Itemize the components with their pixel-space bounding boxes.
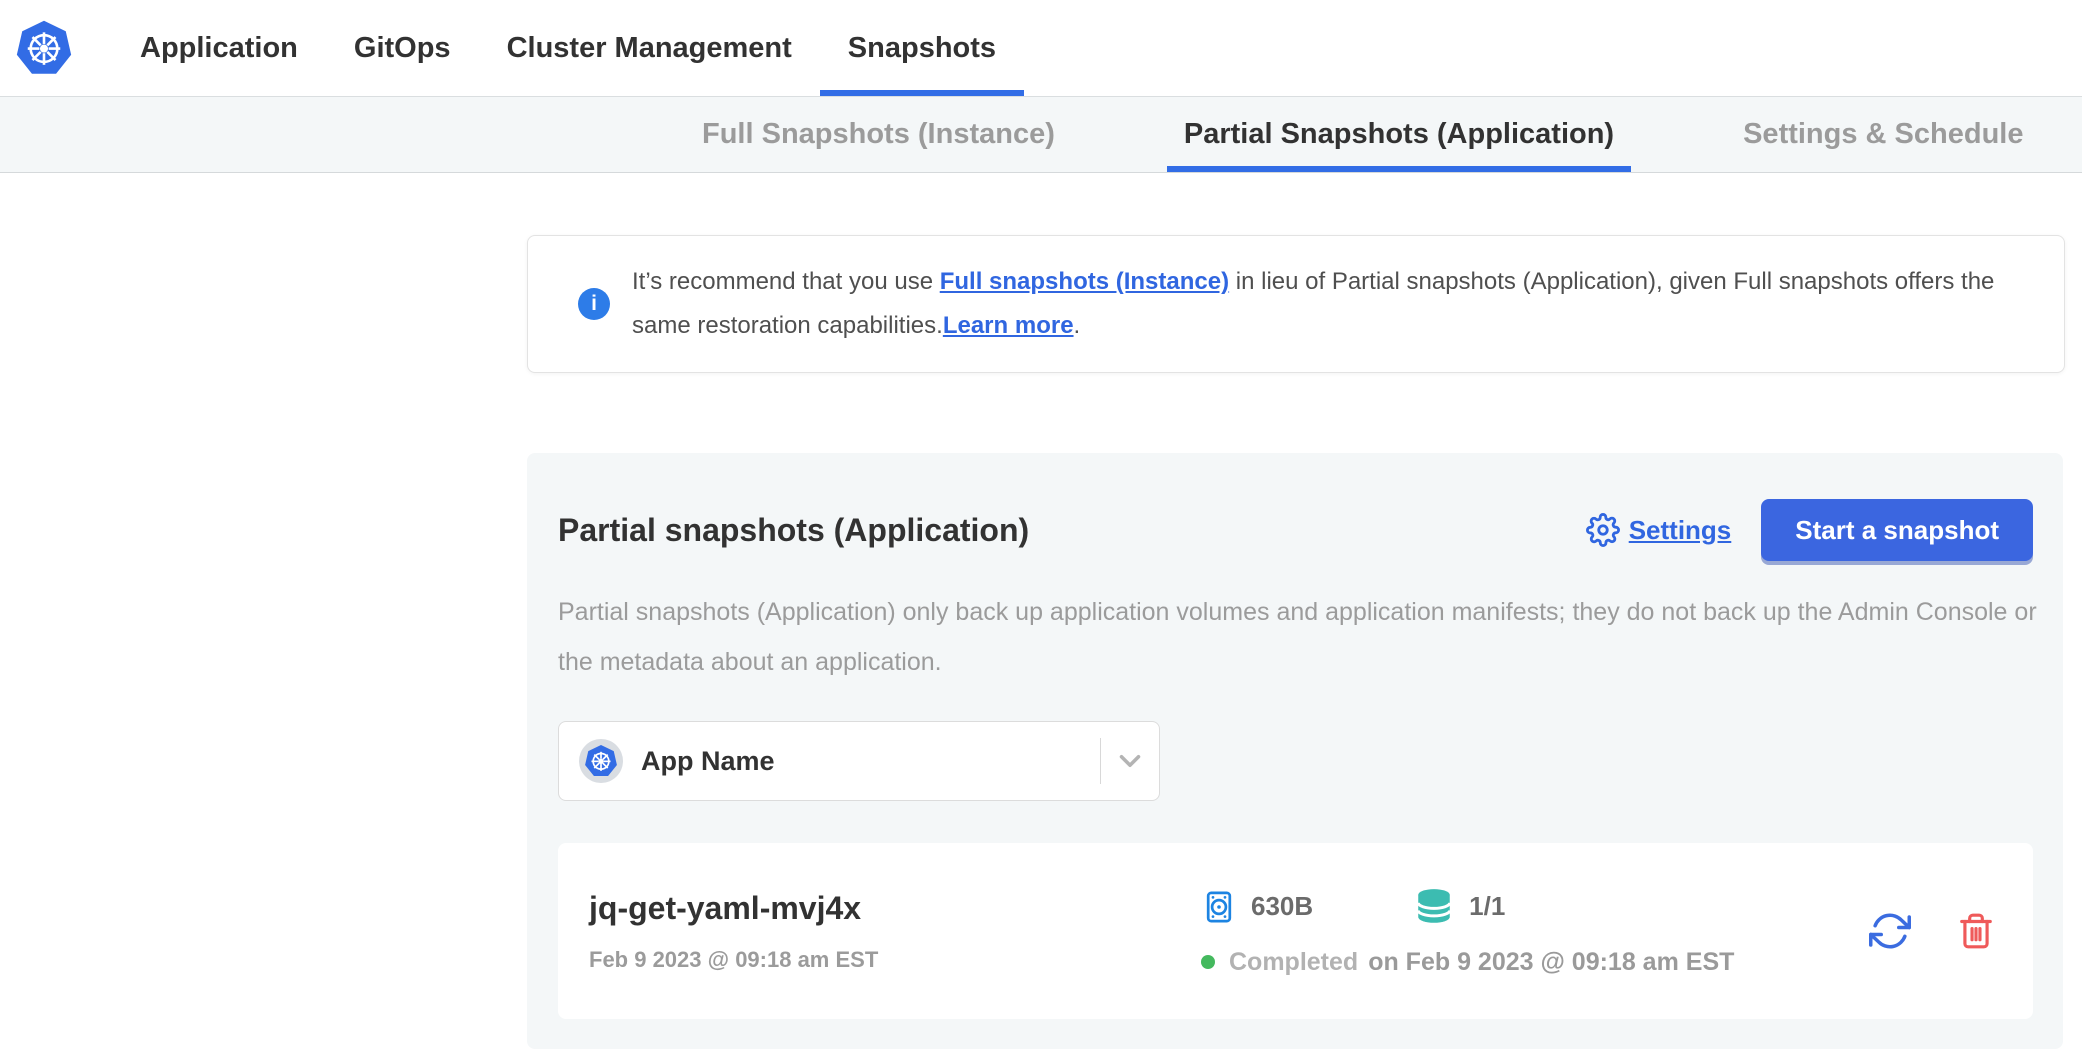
restore-snapshot-button[interactable] xyxy=(1869,910,1911,952)
snapshot-size-value: 630B xyxy=(1251,891,1313,922)
learn-more-link[interactable]: Learn more xyxy=(943,312,1074,339)
snapshot-volumes: 1/1 xyxy=(1413,886,1505,928)
snapshots-tab-bar: Full Snapshots (Instance) Partial Snapsh… xyxy=(0,96,2082,173)
info-icon: i xyxy=(578,288,610,320)
trash-icon xyxy=(1957,912,1995,950)
app-selector-value: App Name xyxy=(641,746,775,777)
nav-application[interactable]: Application xyxy=(112,0,326,96)
chevron-down-icon[interactable] xyxy=(1101,744,1159,778)
page-title: Partial snapshots (Application) xyxy=(558,512,1029,549)
info-text-start: It’s recommend that you use xyxy=(632,268,940,295)
kubernetes-logo-icon xyxy=(15,19,73,77)
status-dot-icon xyxy=(1201,955,1215,969)
kubernetes-app-icon xyxy=(584,744,618,778)
app-badge xyxy=(579,739,623,783)
top-nav-items: Application GitOps Cluster Management Sn… xyxy=(112,0,1024,96)
panel-description: Partial snapshots (Application) only bac… xyxy=(558,587,2038,687)
app-selector-dropdown[interactable]: App Name xyxy=(558,721,1160,801)
tab-partial-snapshots[interactable]: Partial Snapshots (Application) xyxy=(1167,97,1631,172)
delete-snapshot-button[interactable] xyxy=(1957,912,1995,950)
panel-actions: Settings Start a snapshot xyxy=(1586,499,2033,561)
top-nav: Application GitOps Cluster Management Sn… xyxy=(0,0,2082,96)
snapshot-created-at: Feb 9 2023 @ 09:18 am EST xyxy=(589,947,1201,973)
nav-snapshots[interactable]: Snapshots xyxy=(820,0,1024,96)
info-text-end: . xyxy=(1074,312,1081,339)
nav-gitops[interactable]: GitOps xyxy=(326,0,479,96)
snapshot-actions xyxy=(1869,910,1995,952)
info-banner-text: It’s recommend that you use Full snapsho… xyxy=(632,260,2024,348)
database-icon xyxy=(1413,886,1455,928)
snapshot-details: 630B 1/1 xyxy=(1201,886,1734,977)
partial-snapshots-panel: Partial snapshots (Application) Settings… xyxy=(527,453,2063,1049)
gear-icon xyxy=(1586,513,1620,547)
snapshot-identity: jq-get-yaml-mvj4x Feb 9 2023 @ 09:18 am … xyxy=(589,890,1201,973)
settings-link-label: Settings xyxy=(1629,515,1732,546)
snapshot-status: Completed on Feb 9 2023 @ 09:18 am EST xyxy=(1201,948,1734,977)
settings-link[interactable]: Settings xyxy=(1586,513,1732,547)
nav-cluster-management[interactable]: Cluster Management xyxy=(479,0,820,96)
tab-full-snapshots[interactable]: Full Snapshots (Instance) xyxy=(685,97,1072,172)
snapshot-name: jq-get-yaml-mvj4x xyxy=(589,890,1201,927)
full-snapshots-link[interactable]: Full snapshots (Instance) xyxy=(940,268,1229,295)
main-content: i It’s recommend that you use Full snaps… xyxy=(0,173,2082,1049)
snapshot-volumes-value: 1/1 xyxy=(1469,891,1505,922)
snapshot-row: jq-get-yaml-mvj4x Feb 9 2023 @ 09:18 am … xyxy=(558,843,2033,1019)
status-finished-at: on Feb 9 2023 @ 09:18 am EST xyxy=(1368,948,1734,977)
status-label: Completed xyxy=(1229,948,1358,977)
snapshot-metrics: 630B 1/1 xyxy=(1201,886,1734,928)
snapshot-size: 630B xyxy=(1201,889,1313,925)
start-snapshot-button[interactable]: Start a snapshot xyxy=(1761,499,2033,561)
tab-settings-schedule[interactable]: Settings & Schedule xyxy=(1726,97,2040,172)
disk-icon xyxy=(1201,889,1237,925)
restore-icon xyxy=(1869,910,1911,952)
panel-header: Partial snapshots (Application) Settings… xyxy=(558,499,2033,561)
info-banner: i It’s recommend that you use Full snaps… xyxy=(527,235,2065,373)
